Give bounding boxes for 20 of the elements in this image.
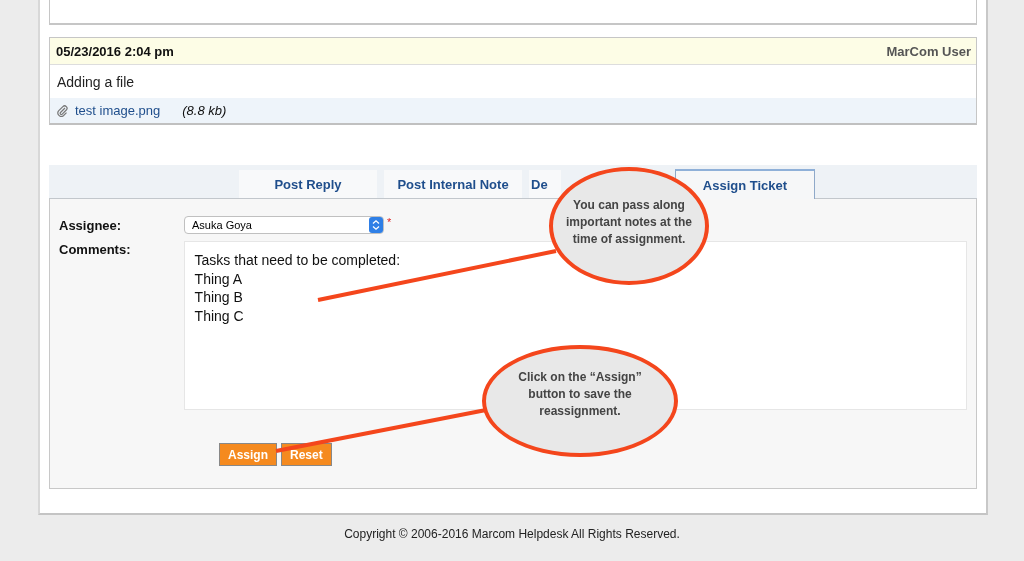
attachment-link[interactable]: test image.png [75,103,161,118]
comment-line: Thing A [194,269,244,288]
note-author: MarCom User [886,44,971,59]
tab[interactable]: De [529,170,561,198]
assignee-label: Assignee: [59,217,123,233]
required-mark: * [387,216,392,228]
tab[interactable]: Post Reply [239,170,377,198]
assignee-select[interactable]: Asuka Goya [184,216,384,234]
note-timestamp: 05/23/2016 2:04 pm [56,44,174,59]
copyright-text: Copyright © 2006-2016 Marcom Helpdesk All Rights Reserved. [343,527,681,541]
comments-label: Comments: [59,241,132,259]
tab[interactable]: Post Internal Note [384,170,522,198]
tab[interactable]: Assign Ticket [675,169,815,199]
comment-line: Thing B [194,288,244,307]
comment-line: Thing C [194,306,245,325]
comment-line: Tasks that need to be completed: [194,251,402,270]
paperclip-icon [57,104,68,117]
attachment-size: (8.8 kb) [182,103,227,118]
note-message: Adding a file [56,73,136,92]
dropdown-arrows-icon [369,217,383,233]
